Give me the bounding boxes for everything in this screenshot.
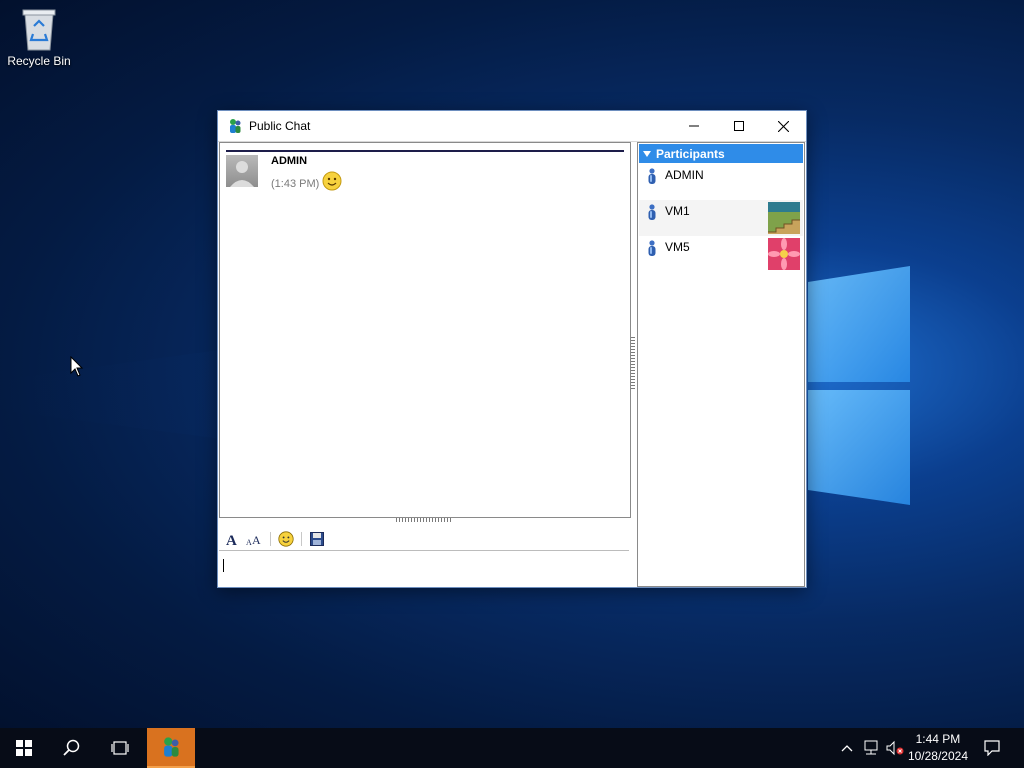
user-icon	[648, 168, 656, 184]
participant-name: VM1	[665, 204, 690, 218]
clock-time: 1:44 PM	[915, 732, 961, 746]
text-caret	[223, 559, 224, 572]
font-icon: A	[226, 533, 237, 547]
participants-header[interactable]: Participants	[639, 144, 803, 163]
user-icon	[648, 204, 656, 220]
font-size-button[interactable]: A A	[245, 529, 265, 549]
participant-name: ADMIN	[665, 168, 704, 182]
tray-overflow-button[interactable]	[838, 728, 856, 768]
mouse-cursor-icon	[70, 356, 84, 377]
toolbar-separator	[301, 532, 302, 546]
recycle-bin-icon	[19, 6, 59, 52]
clock-date: 10/28/2024	[907, 749, 968, 763]
save-button[interactable]	[307, 529, 327, 549]
network-icon	[864, 740, 878, 755]
stairs-thumbnail	[768, 202, 800, 234]
clock[interactable]: 1:44 PM 10/28/2024	[908, 731, 968, 765]
chat-app-icon	[230, 119, 241, 133]
chat-app-icon	[164, 737, 179, 757]
svg-text:A: A	[226, 533, 237, 547]
maximize-icon	[733, 121, 744, 131]
font-size-icon: A A	[246, 533, 261, 547]
message-time: (1:43 PM)	[271, 178, 320, 190]
font-button[interactable]: A	[223, 529, 243, 549]
participant-item[interactable]: VM5	[639, 236, 803, 272]
flower-thumbnail	[768, 238, 800, 270]
smiley-emoji-icon	[322, 171, 342, 191]
close-icon	[778, 120, 789, 132]
network-button[interactable]	[860, 728, 882, 768]
window-title: Public Chat	[249, 119, 311, 133]
taskbar: 1:44 PM 10/28/2024	[0, 728, 1024, 768]
minimize-button[interactable]	[671, 111, 716, 141]
format-toolbar: A A A	[219, 528, 629, 550]
volume-muted-icon	[886, 740, 904, 756]
participant-item[interactable]: VM1	[639, 200, 803, 236]
save-icon	[310, 532, 324, 546]
notification-button[interactable]	[976, 728, 1008, 768]
horizontal-splitter[interactable]	[396, 518, 452, 522]
emoticon-icon	[278, 531, 294, 547]
divider	[226, 150, 624, 152]
message-input[interactable]	[219, 550, 629, 587]
maximize-button[interactable]	[716, 111, 761, 141]
taskbar-chat-app[interactable]	[147, 728, 195, 768]
close-button[interactable]	[761, 111, 806, 141]
start-button[interactable]	[0, 728, 48, 768]
volume-button[interactable]	[884, 728, 906, 768]
recycle-bin-label: Recycle Bin	[7, 54, 71, 68]
participant-name: VM5	[665, 240, 690, 254]
public-chat-window: Public Chat ADMIN (1:43 PM) A A A Partic…	[217, 110, 807, 588]
chat-history[interactable]: ADMIN (1:43 PM)	[219, 142, 631, 518]
svg-text:A: A	[252, 533, 261, 547]
participant-item[interactable]: ADMIN	[639, 164, 803, 200]
user-icon	[648, 240, 656, 256]
avatar	[226, 155, 258, 187]
search-button[interactable]	[48, 728, 96, 768]
collapse-triangle-icon	[643, 150, 651, 157]
toolbar-separator	[270, 532, 271, 546]
desktop-icon-recycle-bin[interactable]: Recycle Bin	[4, 6, 74, 68]
participants-panel: Participants ADMIN VM1 VM5	[637, 142, 805, 587]
minimize-icon	[688, 125, 699, 127]
start-icon	[16, 740, 32, 756]
notification-icon	[984, 740, 1000, 756]
emoticon-button[interactable]	[276, 529, 296, 549]
task-view-icon	[111, 741, 129, 755]
title-bar[interactable]: Public Chat	[218, 111, 806, 142]
vertical-splitter[interactable]	[631, 337, 635, 389]
search-icon	[63, 739, 80, 756]
message-sender: ADMIN	[271, 155, 308, 167]
participants-header-label: Participants	[656, 146, 725, 161]
chevron-up-icon	[841, 745, 853, 752]
task-view-button[interactable]	[96, 728, 144, 768]
